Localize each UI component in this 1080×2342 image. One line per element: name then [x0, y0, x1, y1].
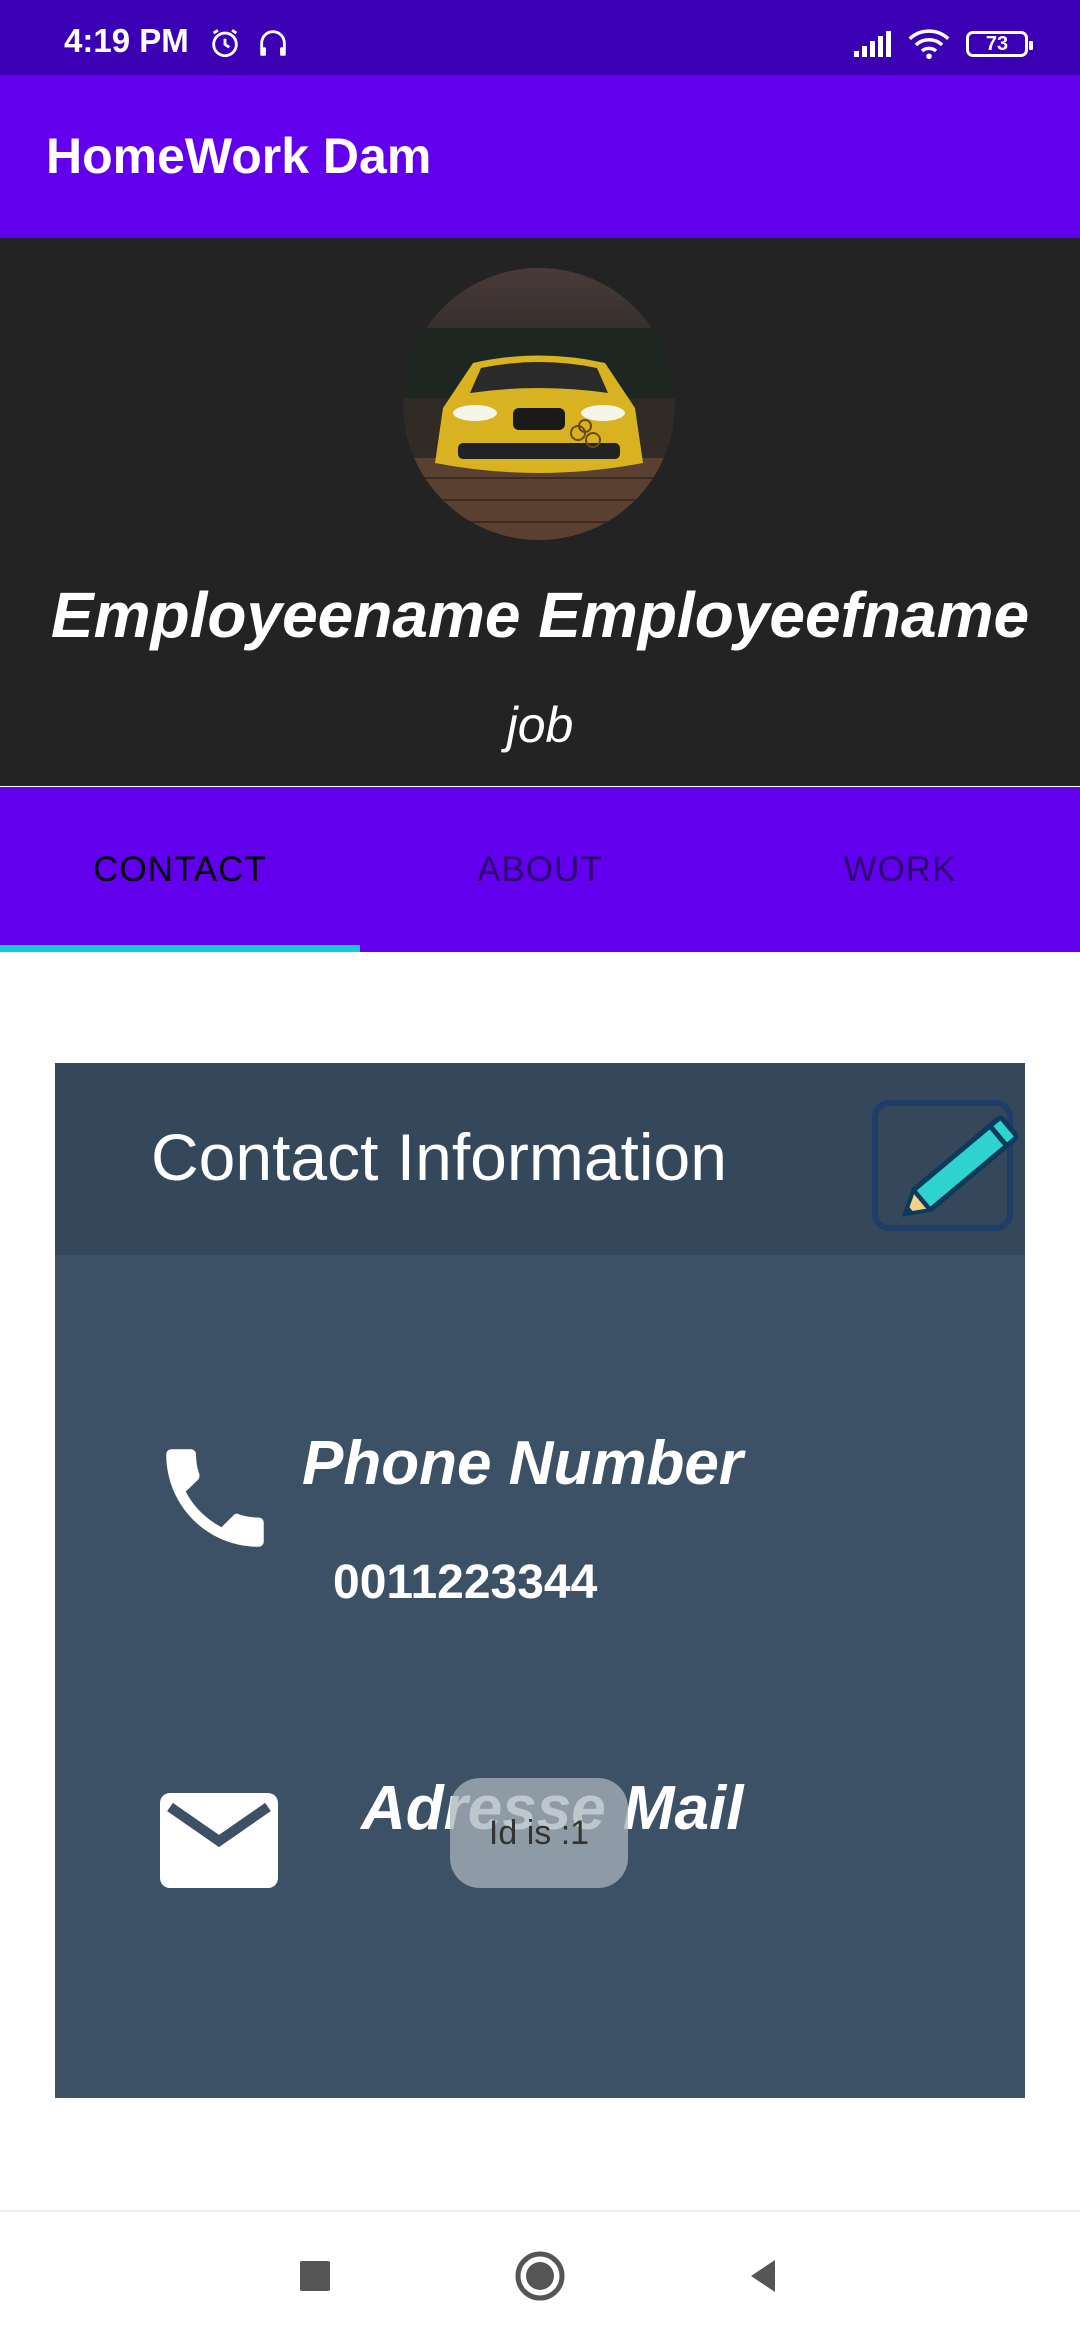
employee-job: job — [506, 697, 574, 753]
back-icon[interactable] — [735, 2246, 795, 2306]
home-icon[interactable] — [510, 2246, 570, 2306]
phone-icon — [166, 1449, 264, 1547]
phone-label: Phone Number — [302, 1429, 743, 1498]
alarm-icon — [212, 29, 238, 58]
toast: Id is :1 — [450, 1778, 628, 1888]
contact-card: Contact Information Phone Number 0011223… — [55, 1063, 1025, 2098]
navigation-bar — [0, 2210, 1080, 2342]
card-title: Contact Information — [151, 1120, 727, 1194]
tab-contact[interactable]: CONTACT — [0, 787, 360, 952]
status-bar: 4:19 PM 73 — [0, 0, 1080, 75]
employee-name: Employeename Employeefname — [50, 579, 1030, 651]
mail-icon — [160, 1793, 278, 1888]
tab-bar: CONTACT ABOUT WORK — [0, 787, 1080, 952]
card-header: Contact Information — [55, 1063, 1025, 1255]
car-photo — [403, 268, 675, 540]
signal-icon — [854, 31, 891, 57]
tab-about[interactable]: ABOUT — [360, 787, 720, 952]
avatar — [403, 268, 675, 540]
wifi-icon — [908, 29, 950, 60]
battery-level: 73 — [985, 32, 1009, 55]
tab-indicator — [0, 945, 360, 952]
app-title: HomeWork Dam — [46, 128, 432, 184]
recents-icon[interactable] — [285, 2246, 345, 2306]
status-left-icons — [208, 26, 290, 60]
app-bar: HomeWork Dam — [0, 75, 1080, 238]
profile-header: Employeename Employeefname job — [0, 238, 1080, 786]
headset-icon — [260, 30, 286, 56]
battery-icon: 73 — [966, 31, 1033, 57]
tab-work[interactable]: WORK — [720, 787, 1080, 952]
status-right-icons: 73 — [852, 28, 1033, 60]
edit-icon[interactable] — [870, 1093, 1030, 1243]
phone-value: 0011223344 — [333, 1556, 598, 1609]
status-time: 4:19 PM — [64, 22, 189, 59]
